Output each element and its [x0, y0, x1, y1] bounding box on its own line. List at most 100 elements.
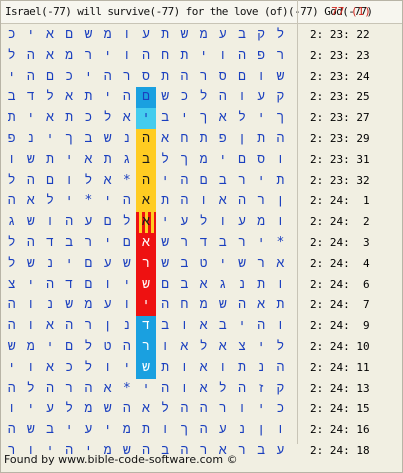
grid-letter: ל	[26, 380, 35, 396]
grid-letter: נ	[46, 255, 54, 271]
grid-letter: כ	[84, 110, 93, 126]
grid-letter: ן	[257, 422, 266, 438]
grid-letter: ך	[199, 110, 208, 126]
grid-letter: ה	[238, 47, 246, 63]
verse-reference: 2: 23: 25	[310, 90, 370, 104]
grid-letter: ה	[46, 380, 54, 396]
grid-letter: א	[136, 233, 156, 254]
grid-letter: ז	[257, 380, 266, 396]
grid-letter: י	[26, 276, 35, 292]
grid-letter: נ	[238, 276, 246, 292]
grid-letter: *	[122, 172, 131, 188]
grid-letter: ת	[65, 110, 74, 126]
grid-letter: י	[136, 295, 156, 317]
grid-letter: ו	[180, 380, 189, 396]
grid-letter: ה	[7, 422, 16, 438]
grid-letter: ל	[199, 339, 208, 354]
grid-letter: ב	[218, 318, 227, 334]
grid-letter: י	[122, 359, 131, 375]
grid-letter: ת	[103, 151, 112, 167]
grid-letter: ה	[7, 193, 16, 209]
grid-letter: ה	[122, 193, 131, 209]
grid-letter: ת	[161, 359, 170, 375]
grid-letter: ש	[26, 255, 35, 271]
grid-letter: ס	[218, 68, 227, 84]
grid-letter: ה	[65, 318, 74, 334]
grid-letter: ע	[276, 443, 285, 458]
grid-letter: מ	[122, 422, 131, 438]
grid-letter: ם	[84, 276, 93, 292]
grid-letter: צ	[7, 276, 16, 292]
grid-letter: ת	[276, 297, 285, 313]
grid-letter: ר	[276, 47, 285, 63]
grid-letter: ד	[136, 316, 156, 337]
grid-letter: ש	[7, 339, 16, 354]
grid-letter: י	[161, 214, 170, 230]
grid-letter: ק	[276, 89, 285, 105]
grid-letter: ע	[238, 214, 246, 230]
grid-letter: ט	[103, 339, 112, 354]
grid-letter: ם	[84, 255, 93, 271]
grid-letter: ה	[122, 339, 131, 354]
grid-letter: ר	[84, 318, 93, 334]
grid-letter: י	[46, 131, 54, 146]
grid-letter: ה	[26, 235, 35, 250]
verse-reference: 2: 24: 1	[310, 194, 370, 208]
grid-letter: ב	[218, 235, 227, 250]
grid-letter: ש	[26, 214, 35, 230]
grid-letter: ע	[218, 422, 227, 438]
verse-reference: 2: 23: 24	[310, 69, 370, 83]
grid-letter: ם	[65, 339, 74, 354]
grid-letter: י	[218, 255, 227, 271]
grid-letter: ו	[180, 359, 189, 375]
grid-letter: ם	[46, 172, 54, 188]
grid-letter: ד	[46, 235, 54, 250]
grid-letter: ו	[7, 151, 16, 167]
grid-letter: ה	[7, 380, 16, 396]
grid-letter: נ	[122, 318, 131, 334]
grid-letter: ו	[65, 172, 74, 188]
grid-letter: ה	[26, 68, 35, 84]
grid-letter: א	[136, 212, 156, 233]
grid-letter: מ	[103, 27, 112, 42]
grid-letter: א	[218, 110, 227, 126]
grid-letter: ב	[180, 276, 189, 292]
grid-letter: ו	[122, 27, 131, 42]
grid-letter: ט	[199, 255, 208, 271]
grid-letter: ר	[122, 68, 131, 84]
grid-letter: ת	[257, 131, 266, 146]
verse-reference: 2: 23: 31	[310, 152, 370, 166]
grid-letter: ה	[180, 172, 189, 188]
grid-letter: י	[7, 68, 16, 84]
grid-letter: ה	[180, 68, 189, 84]
header-bar: Israel(-77) will survive(-77) for the lo…	[1, 1, 402, 24]
grid-letter: ע	[46, 401, 54, 417]
grid-letter: ל	[7, 172, 16, 188]
grid-letter: א	[199, 380, 208, 396]
grid-letter: ב	[238, 27, 246, 42]
grid-letter: ה	[180, 401, 189, 417]
verse-reference: 2: 23: 27	[310, 111, 370, 125]
grid-letter: י	[26, 401, 35, 417]
grid-letter: ה	[122, 401, 131, 417]
grid-letter: ב	[136, 149, 156, 171]
grid-letter: ו	[7, 401, 16, 417]
grid-letter: ה	[84, 380, 93, 396]
grid-letter: ו	[276, 276, 285, 292]
grid-letter: ל	[84, 359, 93, 375]
grid-letter: ש	[276, 68, 285, 84]
grid-letter: ם	[161, 276, 170, 292]
grid-letter: ו	[218, 47, 227, 63]
grid-letter: ת	[142, 422, 150, 438]
grid-letter: ו	[199, 193, 208, 209]
verse-reference: 2: 24: 15	[310, 402, 370, 416]
grid-letter: כ	[65, 359, 74, 375]
grid-letter: ך	[180, 422, 189, 438]
grid-letter: ס	[142, 68, 150, 84]
grid-letter: ם	[103, 214, 112, 230]
grid-letter: א	[26, 193, 35, 209]
grid-letter: ל	[103, 110, 112, 126]
grid-letter: א	[103, 380, 112, 396]
verse-reference: 2: 24: 7	[310, 298, 370, 312]
grid-letter: מ	[65, 47, 74, 63]
